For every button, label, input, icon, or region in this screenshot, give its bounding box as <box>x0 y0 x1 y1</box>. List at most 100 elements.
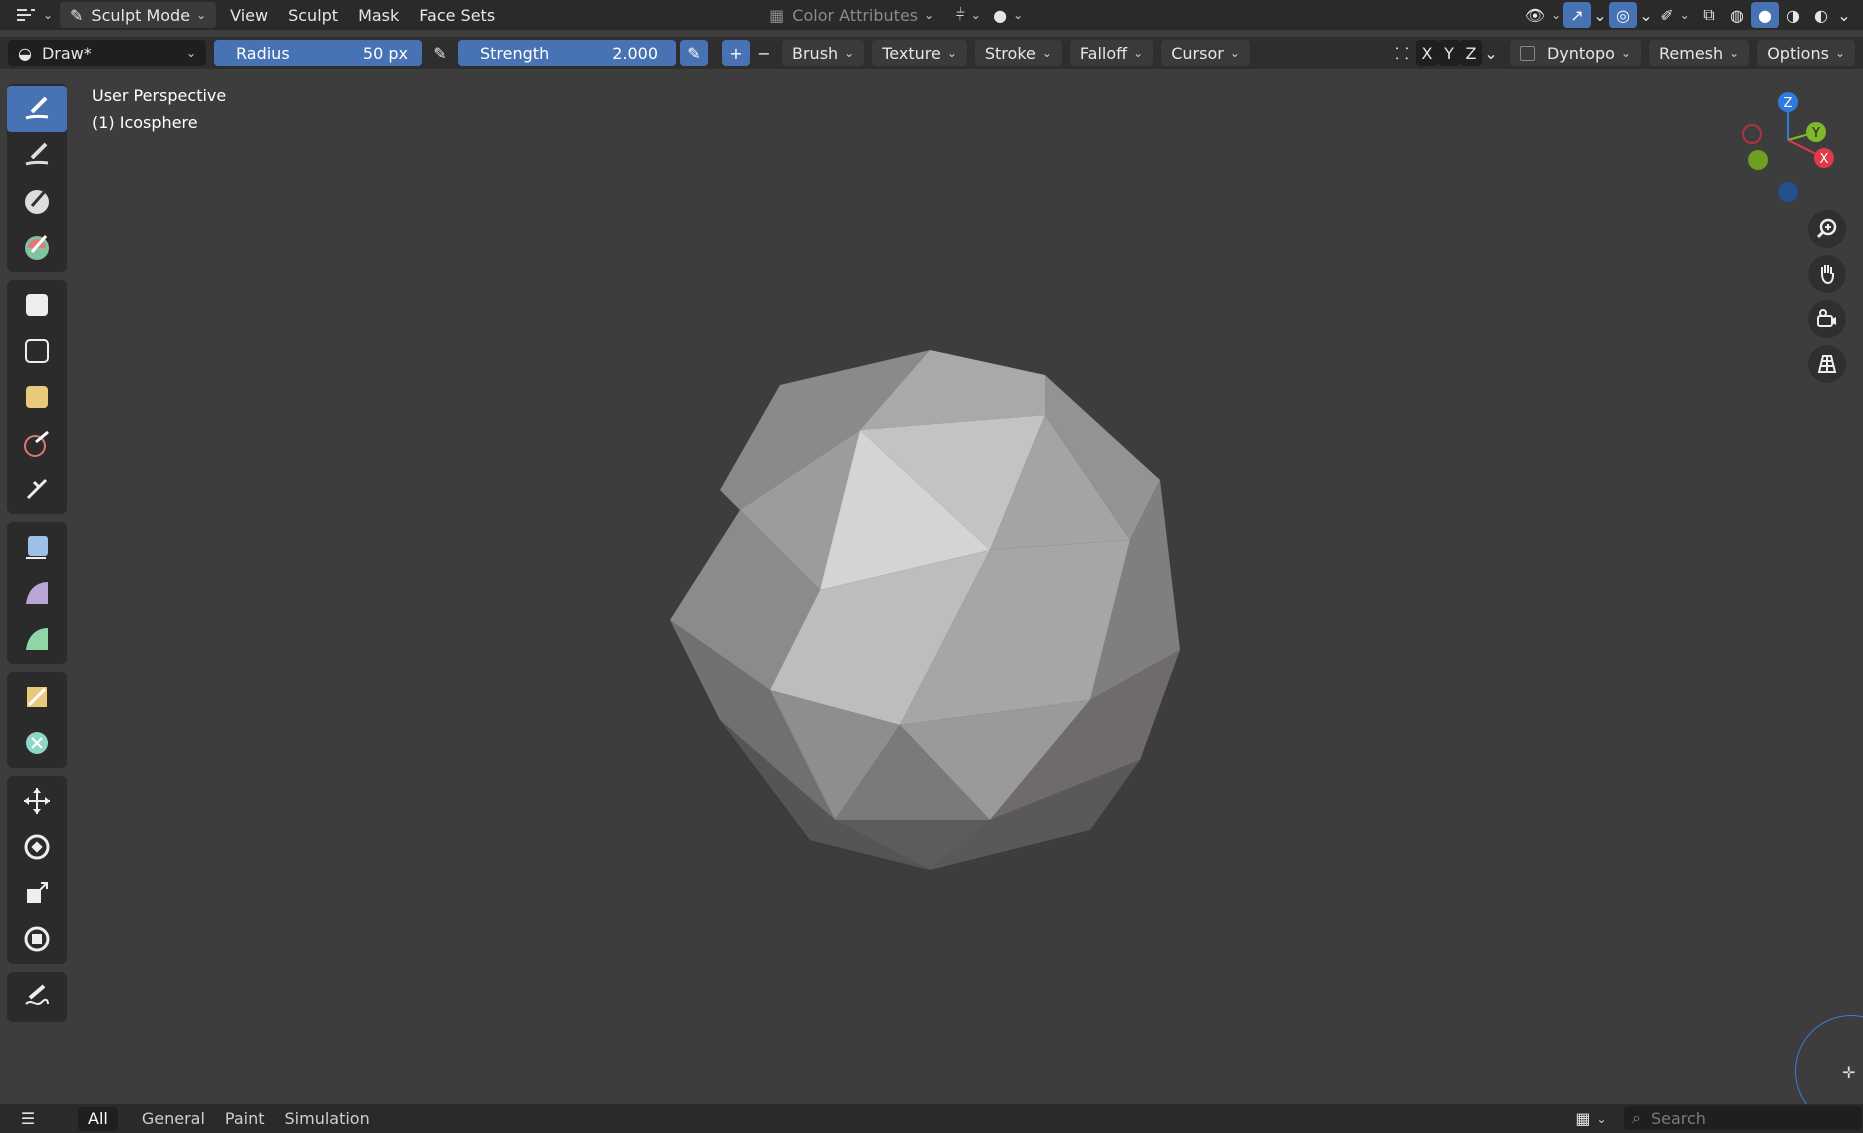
annotate-tool[interactable] <box>7 974 67 1020</box>
grid-view-icon[interactable]: ▦ ⌄ <box>1569 1106 1613 1132</box>
fill-tool[interactable] <box>7 570 67 616</box>
rotate-tool[interactable] <box>7 824 67 870</box>
cursor-menu[interactable]: Cursor ⌄ <box>1161 40 1250 66</box>
dyntopo-label: Dyntopo <box>1546 43 1615 63</box>
options-label: Options <box>1767 43 1829 63</box>
draw-sharp-tool[interactable] <box>7 132 67 178</box>
multires-tool[interactable] <box>7 674 67 720</box>
layer-tool[interactable] <box>7 282 67 328</box>
remesh-menu[interactable]: Remesh ⌄ <box>1648 40 1750 66</box>
mirror-y-toggle[interactable]: Y <box>1437 40 1460 66</box>
gizmo-dropdown-icon[interactable]: ⌄ <box>1591 2 1609 28</box>
overlays-dropdown-icon[interactable]: ⌄ <box>1637 2 1655 28</box>
gizmo-z-label: Z <box>1784 96 1793 111</box>
strength-pressure-icon[interactable]: ✎ <box>680 40 708 66</box>
inflate-icon <box>25 339 49 363</box>
scale-icon <box>27 882 48 903</box>
brush-menu[interactable]: Brush ⌄ <box>782 40 865 66</box>
scale-tool[interactable] <box>7 870 67 916</box>
clay-strips-tool[interactable] <box>7 224 67 270</box>
flatten-icon <box>26 536 48 559</box>
symmetry-icon[interactable]: ⫩ ⌄ <box>948 2 988 28</box>
shading-wireframe-icon[interactable]: ◍ <box>1723 2 1751 28</box>
search-box[interactable]: ⌕ <box>1624 1106 1862 1130</box>
camera-icon[interactable] <box>1808 300 1846 338</box>
stroke-menu[interactable]: Stroke ⌄ <box>974 40 1062 66</box>
shading-dropdown-icon[interactable]: ⌄ <box>1835 2 1853 28</box>
tab-simulation[interactable]: Simulation <box>275 1107 380 1131</box>
overlays-toggle-icon[interactable]: ◎ <box>1609 2 1637 28</box>
brush-menu-label: Brush <box>792 43 839 63</box>
options-menu[interactable]: Options ⌄ <box>1757 40 1855 66</box>
scrape-tool[interactable] <box>7 616 67 662</box>
move-tool[interactable] <box>7 778 67 824</box>
tab-general[interactable]: General <box>132 1107 215 1131</box>
chevron-down-icon: ⌄ <box>844 46 855 60</box>
pan-hand-icon[interactable] <box>1808 255 1846 293</box>
editor-type-icon[interactable]: ⌄ <box>14 2 54 28</box>
texture-menu[interactable]: Texture ⌄ <box>872 40 967 66</box>
draw-sharp-icon <box>25 142 49 166</box>
crease-icon <box>24 430 49 457</box>
strength-field[interactable]: Strength 2.000 <box>458 40 676 66</box>
inflate-tool[interactable] <box>7 328 67 374</box>
blob-tool[interactable] <box>7 374 67 420</box>
visibility-icon[interactable]: 👁 ⌄ <box>1523 2 1563 28</box>
falloff-menu[interactable]: Falloff ⌄ <box>1069 40 1154 66</box>
chevron-down-icon: ⌄ <box>196 8 207 22</box>
menu-mask[interactable]: Mask <box>348 2 409 28</box>
snap-icon[interactable]: ● ⌄ <box>988 2 1028 28</box>
falloff-menu-label: Falloff <box>1079 43 1128 63</box>
tool-group-transform <box>7 776 67 964</box>
shading-material-icon[interactable]: ◑ <box>1779 2 1807 28</box>
gizmo-neg-z-axis[interactable] <box>1778 182 1798 202</box>
smooth-tool[interactable] <box>7 466 67 512</box>
gizmo-neg-x-axis[interactable] <box>1742 124 1762 144</box>
blob-icon <box>26 386 48 408</box>
menu-view[interactable]: View <box>220 2 278 28</box>
hamburger-menu-icon[interactable]: ☰ <box>14 1106 42 1132</box>
shading-solid-icon[interactable]: ● <box>1751 2 1779 28</box>
chevron-down-icon: ⌄ <box>924 8 935 22</box>
tab-paint[interactable]: Paint <box>215 1107 275 1131</box>
add-direction-button[interactable]: + <box>722 40 750 66</box>
dyntopo-menu[interactable]: Dyntopo ⌄ <box>1509 40 1641 66</box>
gizmo-toggle-icon[interactable]: ↗ <box>1563 2 1591 28</box>
tool-group-paint <box>7 672 67 768</box>
icosphere-mesh[interactable] <box>660 340 1200 880</box>
xray-toggle-icon[interactable]: ⧉ <box>1695 2 1723 28</box>
search-input[interactable] <box>1648 1107 1843 1129</box>
tool-group-draw <box>7 84 67 272</box>
tab-all[interactable]: All <box>78 1106 118 1131</box>
transform-icon <box>24 926 50 952</box>
color-attributes-dropdown[interactable]: ▦ Color Attributes ⌄ <box>759 2 944 28</box>
radius-field[interactable]: Radius 50 px <box>214 40 422 66</box>
mesh-edit-overlay-icon[interactable]: ✐ ⌄ <box>1655 2 1695 28</box>
transform-tool[interactable] <box>7 916 67 962</box>
menu-face-sets[interactable]: Face Sets <box>409 2 505 28</box>
annotate-icon <box>25 984 49 1005</box>
mirror-x-toggle[interactable]: X <box>1415 40 1438 66</box>
radius-pressure-icon[interactable]: ✎ <box>426 40 454 66</box>
zoom-icon[interactable] <box>1808 210 1846 248</box>
clay-tool[interactable] <box>7 178 67 224</box>
crease-tool[interactable] <box>7 420 67 466</box>
clay-strips-icon <box>25 235 49 260</box>
pinch-tool[interactable] <box>7 720 67 766</box>
subtract-direction-button[interactable]: − <box>750 40 778 66</box>
flatten-tool[interactable] <box>7 524 67 570</box>
navigation-gizmo[interactable]: Z Y X <box>1736 88 1846 208</box>
perspective-grid-icon[interactable] <box>1808 345 1846 383</box>
mirror-z-toggle[interactable]: Z <box>1459 40 1482 66</box>
menu-sculpt[interactable]: Sculpt <box>278 2 348 28</box>
texture-menu-label: Texture <box>882 43 941 63</box>
shading-rendered-icon[interactable]: ◐ <box>1807 2 1835 28</box>
dyntopo-checkbox[interactable] <box>1519 45 1535 61</box>
brush-selector[interactable]: ◒ Draw* ⌄ <box>8 40 206 66</box>
fill-icon <box>26 582 48 604</box>
draw-tool[interactable] <box>7 86 67 132</box>
mode-selector[interactable]: ✎ Sculpt Mode ⌄ <box>60 2 217 28</box>
symmetry-dropdown-icon[interactable]: ⌄ <box>1482 40 1500 66</box>
gizmo-neg-y-axis[interactable] <box>1748 150 1768 170</box>
strength-value: 2.000 <box>612 43 658 63</box>
